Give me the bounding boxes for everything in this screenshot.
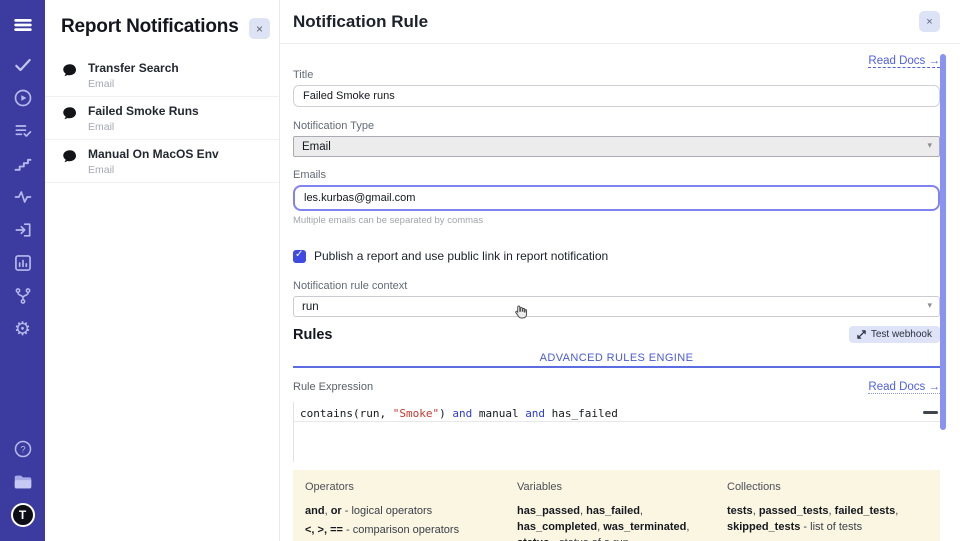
modal-content: Read Docs → Title Notification Type Emai… (280, 51, 960, 541)
tab-advanced-rules-engine[interactable]: ADVANCED RULES ENGINE (540, 352, 694, 364)
expand-arrows-icon (857, 330, 866, 339)
panel-close-button[interactable]: × (249, 18, 270, 39)
import-icon[interactable] (11, 218, 35, 242)
list-item-title: Transfer Search (88, 61, 179, 75)
rule-expression-editor[interactable]: contains(run, "Smoke") and manual and ha… (293, 402, 940, 462)
emails-input[interactable] (293, 185, 940, 211)
rule-expression-label: Rule Expression (293, 381, 373, 393)
gear-icon[interactable]: ⚙ (11, 317, 35, 341)
context-label: Notification rule context (293, 280, 940, 292)
list-item-subtitle: Email (88, 164, 219, 176)
expression-help-panel: Operators and, or - logical operators <,… (293, 470, 940, 541)
list-item-subtitle: Email (88, 78, 179, 90)
context-select[interactable]: run (293, 296, 940, 317)
list-item[interactable]: Manual On MacOS Env Email (45, 140, 279, 183)
collections-column: Collections tests, passed_tests, failed_… (727, 481, 928, 541)
gear-glyph: ⚙ (14, 320, 31, 339)
editor-scrollbar-thumb[interactable] (923, 411, 938, 414)
list-item[interactable]: Failed Smoke Runs Email (45, 97, 279, 140)
list-check-icon[interactable] (11, 119, 35, 143)
bar-chart-icon[interactable] (11, 251, 35, 275)
play-circle-icon[interactable] (11, 86, 35, 110)
notification-type-select[interactable]: Email (293, 136, 940, 157)
code-line: contains(run, "Smoke") and manual and ha… (294, 402, 940, 420)
editor-line-rule (294, 421, 940, 422)
panel-title: Report Notifications (61, 16, 263, 38)
tab-active-indicator (293, 366, 940, 368)
collections-header: Collections (727, 481, 928, 493)
modal-scrollbar-thumb[interactable] (940, 54, 946, 430)
modal-close-button[interactable]: × (919, 11, 940, 32)
notifications-list: Transfer Search Email Failed Smoke Runs … (45, 54, 279, 183)
panel-header: Report Notifications × (45, 0, 279, 48)
help-icon[interactable]: ? (11, 437, 35, 461)
report-notifications-panel: Report Notifications × Transfer Search E… (45, 0, 280, 541)
notification-type-label: Notification Type (293, 120, 940, 132)
activity-icon[interactable] (11, 185, 35, 209)
chat-bubble-icon (61, 105, 79, 123)
chat-bubble-icon (61, 62, 79, 80)
logo-t[interactable]: T (11, 503, 35, 527)
help-line: and, or - logical operators (305, 503, 505, 519)
help-line: has_passed, has_failed, has_completed, w… (517, 503, 715, 541)
emails-hint: Multiple emails can be separated by comm… (293, 215, 940, 226)
publish-checkbox[interactable] (293, 250, 306, 263)
list-item-title: Manual On MacOS Env (88, 147, 219, 161)
sidebar: ⚙ ? T (0, 0, 45, 541)
svg-text:?: ? (20, 444, 25, 454)
branch-icon[interactable] (11, 284, 35, 308)
operators-column: Operators and, or - logical operators <,… (305, 481, 505, 541)
logo-letter: T (19, 508, 26, 522)
operators-header: Operators (305, 481, 505, 493)
rule-expression-read-docs-link[interactable]: Read Docs → (868, 381, 940, 394)
app-window: ⚙ ? T Report Notifications × Transfer Se… (0, 0, 960, 541)
list-item-title: Failed Smoke Runs (88, 104, 199, 118)
context-value: run (302, 301, 319, 313)
title-label: Title (293, 69, 940, 81)
chat-bubble-icon (61, 148, 79, 166)
folder-icon[interactable] (11, 470, 35, 494)
notification-type-value: Email (302, 141, 331, 153)
modal-header: Notification Rule × (280, 0, 960, 44)
help-line: tests, passed_tests, failed_tests, skipp… (727, 503, 928, 535)
test-webhook-button[interactable]: Test webhook (849, 326, 940, 343)
publish-checkbox-label: Publish a report and use public link in … (314, 249, 608, 263)
check-icon[interactable] (11, 53, 35, 77)
list-item-subtitle: Email (88, 121, 199, 133)
menu-icon[interactable] (11, 13, 35, 37)
variables-header: Variables (517, 481, 715, 493)
steps-icon[interactable] (11, 152, 35, 176)
page-title: Notification Rule (293, 12, 428, 32)
help-line: <, >, == - comparison operators (305, 522, 505, 538)
list-item[interactable]: Transfer Search Email (45, 54, 279, 97)
test-webhook-label: Test webhook (871, 329, 932, 340)
rules-heading: Rules (293, 327, 333, 343)
title-input[interactable] (293, 85, 940, 107)
variables-column: Variables has_passed, has_failed, has_co… (517, 481, 715, 541)
emails-label: Emails (293, 169, 940, 181)
read-docs-link[interactable]: Read Docs → (868, 55, 940, 68)
notification-rule-modal: Notification Rule × Read Docs → Title No… (280, 0, 960, 541)
